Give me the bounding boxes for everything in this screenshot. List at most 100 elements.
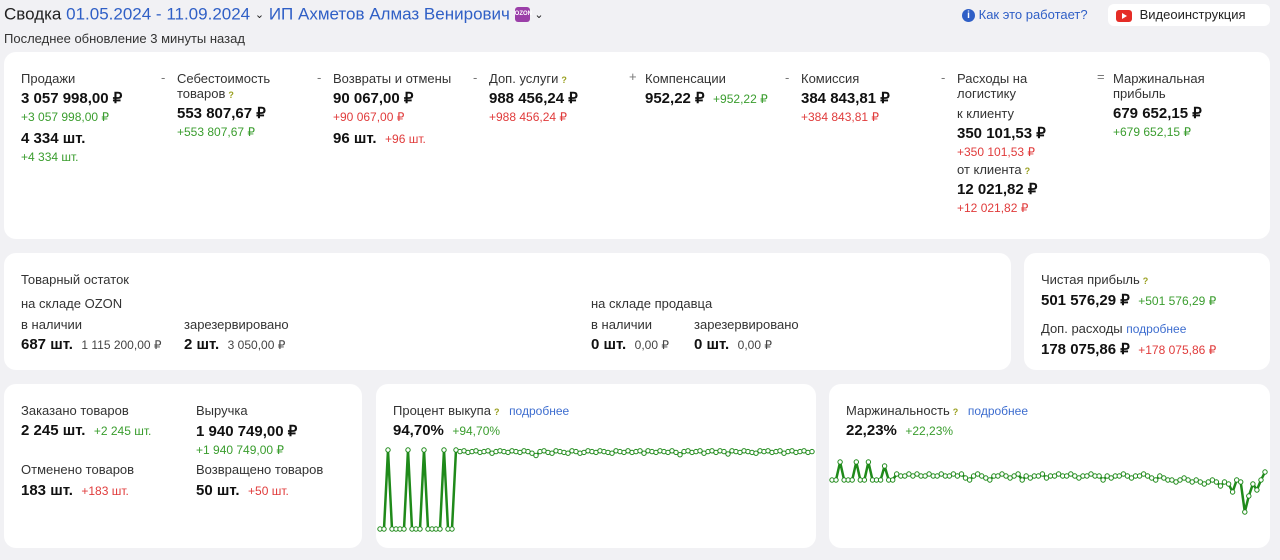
- buyout-sparkline-point[interactable]: [533, 452, 539, 459]
- marginality-label: Маржинальность? подробнее: [846, 403, 1029, 418]
- marginality-sparkline-point[interactable]: [853, 459, 859, 465]
- buyout-sparkline-point[interactable]: [677, 452, 683, 458]
- marginality-sparkline-point[interactable]: [865, 459, 872, 465]
- extra-expenses-delta: +178 075,86 ₽: [1138, 343, 1217, 357]
- buyout-sparkline-point[interactable]: [421, 447, 427, 453]
- seller-selector[interactable]: ИП Ахметов Алмаз Венирович: [269, 5, 510, 24]
- marginality-sparkline-point[interactable]: [958, 471, 965, 477]
- help-icon[interactable]: ?: [228, 90, 234, 100]
- marginality-sparkline-point[interactable]: [1153, 477, 1159, 483]
- cancelled-label: Отменено товаров: [21, 462, 135, 477]
- extra-expenses-details-link[interactable]: подробнее: [1126, 322, 1186, 336]
- cancelled-value: 183 шт.: [21, 482, 73, 499]
- buyout-sparkline-point[interactable]: [725, 451, 731, 457]
- buyout-sparkline-point[interactable]: [449, 526, 455, 532]
- extra-expenses-label: Доп. расходы подробнее: [1041, 321, 1187, 336]
- stock-seller-available-qty: 0 шт.: [591, 336, 627, 353]
- returns-qty-row: 96 шт. +96 шт.: [333, 130, 451, 148]
- compensation-delta: +952,22 ₽: [713, 92, 768, 106]
- stock-seller-available: 0 шт. 0,00 ₽: [591, 336, 669, 354]
- marginality-sparkline-point[interactable]: [1246, 493, 1252, 499]
- ordered-value: 2 245 шт.: [21, 422, 86, 439]
- sales-value: 3 057 998,00 ₽: [21, 90, 123, 107]
- minus-operator: -: [941, 70, 946, 85]
- profit-card: Чистая прибыль? 501 576,29 ₽ +501 576,29…: [1024, 253, 1270, 370]
- marginality-sparkline-point[interactable]: [966, 477, 973, 483]
- marginality-sparkline-point[interactable]: [1242, 509, 1248, 515]
- net-profit-label: Чистая прибыль?: [1041, 272, 1149, 287]
- marginality-sparkline-point[interactable]: [877, 477, 884, 483]
- how-it-works-link[interactable]: i Как это работает?: [962, 7, 1088, 23]
- stock-seller-label: на складе продавца: [591, 296, 713, 311]
- returns-value: 90 067,00 ₽: [333, 90, 414, 107]
- sales-delta: +3 057 998,00 ₽: [21, 110, 110, 124]
- video-instruction-label: Видеоинструкция: [1139, 7, 1246, 22]
- marginality-sparkline-point[interactable]: [1019, 477, 1025, 483]
- minus-operator: -: [785, 70, 790, 85]
- date-range-picker[interactable]: 01.05.2024 - 11.09.2024: [66, 5, 250, 24]
- minus-operator: -: [161, 70, 166, 85]
- marginality-sparkline-point[interactable]: [1096, 473, 1102, 479]
- buyout-delta: +94,70%: [452, 424, 501, 438]
- marginality-sparkline-point[interactable]: [861, 477, 868, 483]
- marginality-sparkline-point[interactable]: [1225, 481, 1232, 487]
- buyout-label: Процент выкупа? подробнее: [393, 403, 570, 418]
- marginality-sparkline-point[interactable]: [1250, 481, 1256, 487]
- marginality-sparkline-point[interactable]: [1217, 483, 1224, 489]
- info-icon: i: [962, 9, 975, 23]
- margin-label: Маржинальная прибыль: [1113, 71, 1205, 101]
- buyout-sparkline-point[interactable]: [417, 526, 423, 532]
- commission-delta: +384 843,81 ₽: [801, 110, 880, 124]
- marginality-sparkline-point[interactable]: [890, 477, 896, 483]
- marginality-sparkline-point[interactable]: [1015, 471, 1021, 477]
- marginality-sparkline-point[interactable]: [881, 463, 888, 469]
- plus-operator: +: [629, 69, 637, 84]
- margin-value: 679 652,15 ₽: [1113, 105, 1202, 122]
- chevron-down-icon[interactable]: ⌄: [255, 9, 264, 21]
- buyout-sparkline-point[interactable]: [381, 526, 387, 532]
- marginality-sparkline-point[interactable]: [1262, 469, 1268, 475]
- cancelled-row: 183 шт. +183 шт.: [21, 482, 129, 500]
- page-header: Сводка 01.05.2024 - 11.09.2024 ⌄ ИП Ахме…: [4, 4, 544, 25]
- buyout-card: Процент выкупа? подробнее 94,70% +94,70%: [376, 384, 816, 548]
- margin-block: Маржинальная прибыль 679 652,15 ₽ +679 6…: [1113, 71, 1223, 139]
- marginality-sparkline-point[interactable]: [849, 477, 855, 483]
- marginality-sparkline-point[interactable]: [1213, 479, 1220, 485]
- help-icon[interactable]: ?: [1143, 276, 1149, 286]
- marginality-sparkline-point[interactable]: [1254, 487, 1260, 493]
- help-icon[interactable]: ?: [1025, 166, 1031, 176]
- help-icon[interactable]: ?: [561, 75, 567, 85]
- stock-seller-reserved-label: зарезервировано: [694, 317, 799, 332]
- marginality-sparkline-point[interactable]: [1258, 477, 1264, 483]
- returns-delta: +90 067,00 ₽: [333, 110, 405, 124]
- marginality-sparkline-point[interactable]: [1229, 489, 1236, 495]
- buyout-sparkline-point[interactable]: [809, 448, 815, 455]
- help-icon[interactable]: ?: [953, 407, 959, 417]
- stock-card: Товарный остаток на складе OZON в наличи…: [4, 253, 1011, 370]
- video-instruction-button[interactable]: Видеоинструкция: [1108, 4, 1270, 26]
- marginality-sparkline-point[interactable]: [1039, 471, 1046, 477]
- marginality-sparkline-point[interactable]: [837, 459, 843, 465]
- marginality-sparkline-point[interactable]: [987, 477, 993, 483]
- marginality-details-link[interactable]: подробнее: [968, 404, 1028, 418]
- buyout-details-link[interactable]: подробнее: [509, 404, 569, 418]
- marginality-sparkline-point[interactable]: [833, 477, 839, 483]
- marginality-sparkline-point[interactable]: [1100, 477, 1106, 483]
- orders-card: Заказано товаров 2 245 шт. +2 245 шт. Вы…: [4, 384, 362, 548]
- marginality-sparkline-point[interactable]: [1238, 479, 1244, 485]
- buyout-sparkline-point[interactable]: [437, 526, 443, 532]
- buyout-sparkline-point[interactable]: [385, 447, 391, 453]
- help-icon[interactable]: ?: [494, 407, 500, 417]
- returns-block: Возвраты и отмены 90 067,00 ₽ +90 067,00…: [333, 71, 451, 148]
- marginality-delta: +22,23%: [905, 424, 954, 438]
- ordered-row: 2 245 шт. +2 245 шт.: [21, 422, 151, 440]
- buyout-sparkline-point[interactable]: [401, 526, 407, 532]
- stock-seller-available-sum: 0,00 ₽: [634, 338, 669, 352]
- net-profit-delta: +501 576,29 ₽: [1138, 294, 1217, 308]
- returns-label: Возвраты и отмены: [333, 71, 452, 86]
- chevron-down-icon[interactable]: ⌄: [534, 9, 543, 21]
- buyout-sparkline-point[interactable]: [405, 447, 411, 453]
- cost-value: 553 807,67 ₽: [177, 105, 266, 122]
- youtube-icon: [1116, 9, 1132, 22]
- buyout-sparkline-point[interactable]: [441, 447, 447, 453]
